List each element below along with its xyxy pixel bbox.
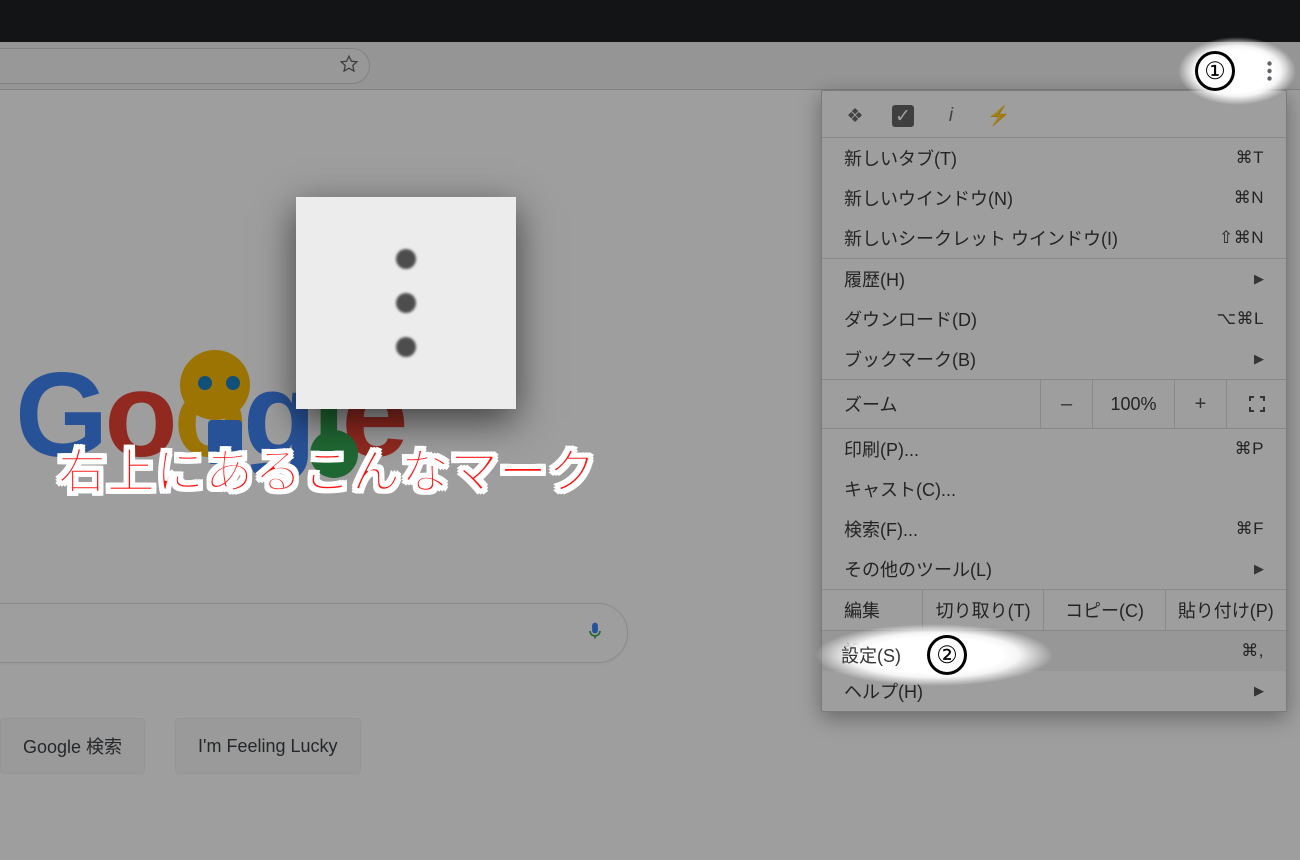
menu-item-label: 検索(F)... <box>844 516 918 542</box>
menu-item-label: 新しいタブ(T) <box>844 145 957 171</box>
menu-item-shortcut: ⌘, <box>1241 641 1264 661</box>
feeling-lucky-button[interactable]: I'm Feeling Lucky <box>175 718 361 774</box>
menu-item-shortcut: ⌘T <box>1236 148 1264 168</box>
voice-search-icon[interactable] <box>585 617 605 650</box>
chevron-right-icon: ▶ <box>1254 561 1264 577</box>
chevron-right-icon: ▶ <box>1254 271 1264 287</box>
callout-text: 右上にあるこんなマーク <box>58 432 597 502</box>
menu-item-shortcut: ⌘F <box>1236 519 1264 539</box>
menu-new-incognito[interactable]: 新しいシークレット ウインドウ(I) ⇧⌘N <box>822 218 1286 258</box>
google-search-button[interactable]: Google 検索 <box>0 718 145 774</box>
menu-item-shortcut: ⌥⌘L <box>1216 309 1264 329</box>
google-search-input[interactable] <box>0 603 628 663</box>
menu-new-tab[interactable]: 新しいタブ(T) ⌘T <box>822 138 1286 178</box>
extension-icon[interactable]: ❖ <box>844 105 866 127</box>
extension-icon[interactable]: ✓ <box>892 105 914 127</box>
menu-item-shortcut: ⇧⌘N <box>1219 228 1264 248</box>
annotation-badge-1: ① <box>1195 51 1235 91</box>
menu-new-window[interactable]: 新しいウインドウ(N) ⌘N <box>822 178 1286 218</box>
menu-zoom-row: ズーム – 100% + <box>822 380 1286 428</box>
zoom-value: 100% <box>1092 380 1174 428</box>
menu-item-label: ダウンロード(D) <box>844 306 977 332</box>
annotation-highlight-2: 設定(S) ② <box>815 624 1053 686</box>
menu-more-tools[interactable]: その他のツール(L) ▶ <box>822 549 1286 589</box>
zoom-in-button[interactable]: + <box>1174 380 1226 428</box>
fullscreen-button[interactable] <box>1226 380 1286 428</box>
menu-print[interactable]: 印刷(P)... ⌘P <box>822 429 1286 469</box>
annotation-highlight-1: ① <box>1178 37 1296 105</box>
chrome-menu: ❖ ✓ i ⚡ 新しいタブ(T) ⌘T 新しいウインドウ(N) ⌘N 新しいシー… <box>821 90 1287 712</box>
page-background: Google Google 検索 I'm Feeling Lucky ❖ ✓ i… <box>0 0 1300 860</box>
address-bar[interactable] <box>0 48 370 84</box>
menu-item-shortcut: ⌘P <box>1235 439 1264 459</box>
menu-item-label: 新しいシークレット ウインドウ(I) <box>844 225 1118 251</box>
extension-icon[interactable]: ⚡ <box>988 105 1010 127</box>
extension-icon[interactable]: i <box>940 105 962 127</box>
menu-copy[interactable]: コピー(C) <box>1043 590 1164 630</box>
menu-find[interactable]: 検索(F)... ⌘F <box>822 509 1286 549</box>
menu-history[interactable]: 履歴(H) ▶ <box>822 259 1286 299</box>
tab-strip <box>0 0 1300 42</box>
menu-item-label: 履歴(H) <box>844 266 905 292</box>
kebab-icon[interactable] <box>1255 51 1283 91</box>
kebab-icon <box>396 249 416 357</box>
menu-zoom-label: ズーム <box>822 391 1040 417</box>
menu-item-label: 印刷(P)... <box>844 436 919 462</box>
menu-item-label: ブックマーク(B) <box>844 346 976 372</box>
menu-item-label: その他のツール(L) <box>844 556 992 582</box>
chevron-right-icon: ▶ <box>1254 351 1264 367</box>
menu-downloads[interactable]: ダウンロード(D) ⌥⌘L <box>822 299 1286 339</box>
menu-item-label: キャスト(C)... <box>844 476 956 502</box>
menu-item-label: 新しいウインドウ(N) <box>844 185 1013 211</box>
annotation-badge-2: ② <box>927 635 967 675</box>
menu-item-shortcut: ⌘N <box>1234 188 1264 208</box>
chevron-right-icon: ▶ <box>1254 683 1264 699</box>
browser-toolbar <box>0 42 1300 90</box>
zoom-out-button[interactable]: – <box>1040 380 1092 428</box>
menu-bookmarks[interactable]: ブックマーク(B) ▶ <box>822 339 1286 379</box>
callout-kebab-zoom <box>296 197 516 409</box>
menu-paste[interactable]: 貼り付け(P) <box>1165 590 1286 630</box>
menu-settings-label[interactable]: 設定(S) <box>841 642 901 668</box>
menu-cast[interactable]: キャスト(C)... <box>822 469 1286 509</box>
bookmark-star-icon[interactable] <box>339 54 359 79</box>
